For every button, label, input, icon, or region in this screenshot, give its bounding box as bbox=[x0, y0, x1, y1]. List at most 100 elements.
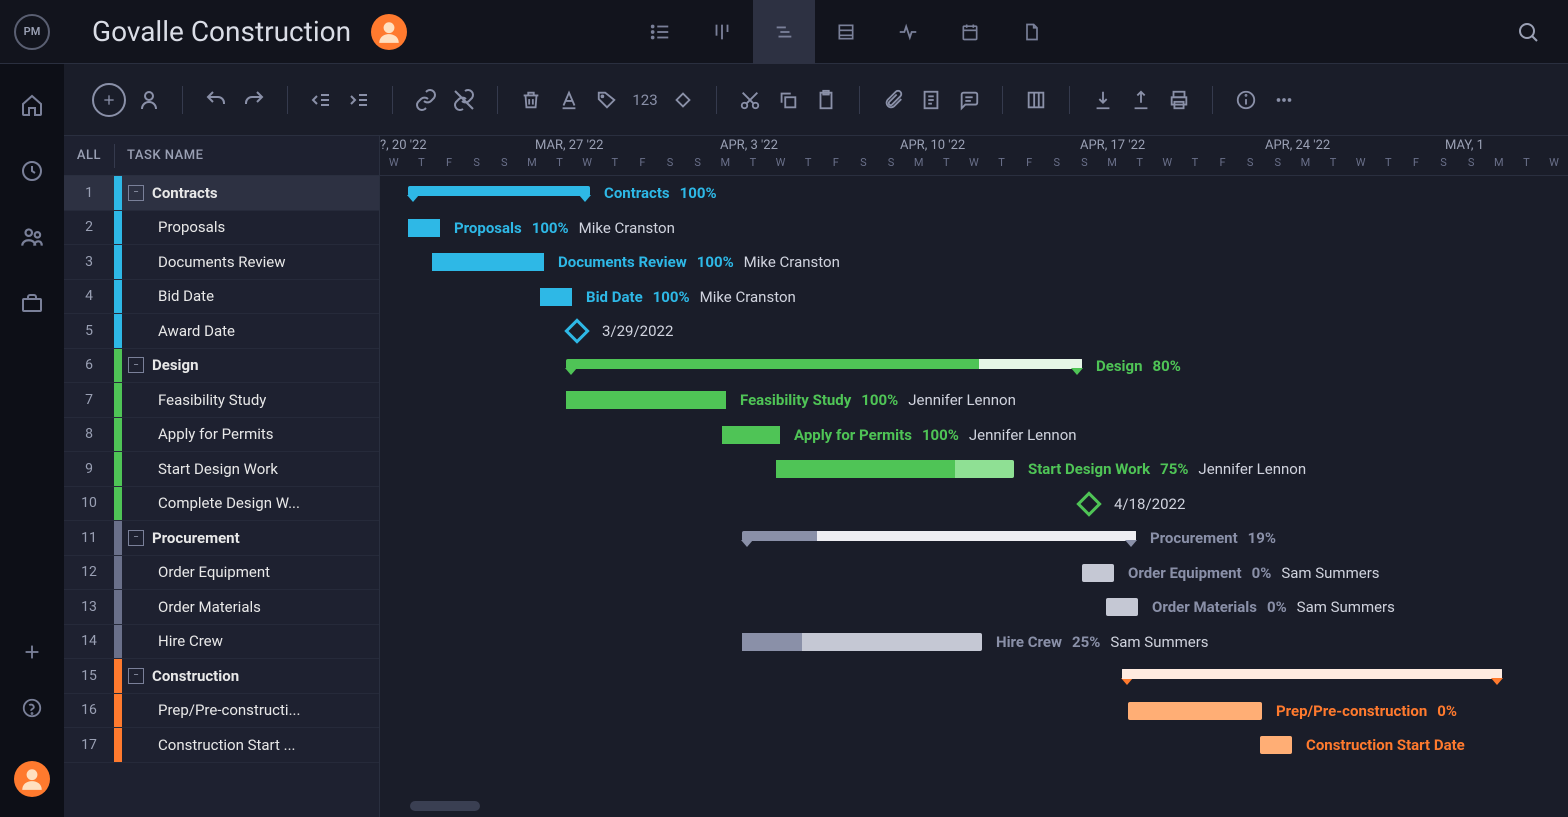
task-bar[interactable] bbox=[566, 391, 726, 409]
attach-icon[interactable] bbox=[878, 85, 908, 115]
day-label: S bbox=[1071, 156, 1099, 169]
task-bar[interactable] bbox=[1106, 598, 1138, 616]
collapse-icon[interactable]: − bbox=[128, 357, 144, 373]
user-avatar[interactable] bbox=[14, 761, 50, 797]
unlink-icon[interactable] bbox=[449, 85, 479, 115]
redo-icon[interactable] bbox=[239, 85, 269, 115]
task-row[interactable]: 7Feasibility Study bbox=[64, 383, 379, 418]
task-row[interactable]: 9Start Design Work bbox=[64, 452, 379, 487]
columns-icon[interactable] bbox=[1021, 85, 1051, 115]
more-icon[interactable] bbox=[1269, 85, 1299, 115]
task-row[interactable]: 4Bid Date bbox=[64, 280, 379, 315]
task-row[interactable]: 11−Procurement bbox=[64, 521, 379, 556]
collapse-icon[interactable]: − bbox=[128, 530, 144, 546]
task-row[interactable]: 5Award Date bbox=[64, 314, 379, 349]
bar-label: Prep/Pre-construction0% bbox=[1276, 702, 1457, 720]
print-icon[interactable] bbox=[1164, 85, 1194, 115]
task-row[interactable]: 16Prep/Pre-constructi... bbox=[64, 694, 379, 729]
summary-bar[interactable] bbox=[742, 531, 1136, 541]
task-row[interactable]: 12Order Equipment bbox=[64, 556, 379, 591]
view-board-icon[interactable] bbox=[691, 0, 753, 64]
project-avatar[interactable] bbox=[371, 14, 407, 50]
task-row[interactable]: 17Construction Start ... bbox=[64, 728, 379, 763]
column-all[interactable]: ALL bbox=[64, 148, 114, 163]
task-bar[interactable] bbox=[408, 219, 440, 237]
export-icon[interactable] bbox=[1126, 85, 1156, 115]
task-row[interactable]: 10Complete Design W... bbox=[64, 487, 379, 522]
nav-help-icon[interactable] bbox=[19, 695, 45, 721]
view-activity-icon[interactable] bbox=[877, 0, 939, 64]
collapse-icon[interactable]: − bbox=[128, 668, 144, 684]
task-bar[interactable] bbox=[1128, 702, 1262, 720]
horizontal-scrollbar[interactable] bbox=[410, 801, 480, 811]
task-row[interactable]: 6−Design bbox=[64, 349, 379, 384]
progress-fill bbox=[722, 426, 780, 444]
day-label: T bbox=[408, 156, 436, 169]
outdent-icon[interactable] bbox=[306, 85, 336, 115]
task-bar[interactable] bbox=[742, 633, 982, 651]
day-label: W bbox=[380, 156, 408, 169]
info-icon[interactable] bbox=[1231, 85, 1261, 115]
task-bar[interactable] bbox=[540, 288, 572, 306]
numbering-icon[interactable]: 123 bbox=[630, 85, 660, 115]
app-logo[interactable]: PM bbox=[0, 0, 64, 64]
milestone-icon[interactable] bbox=[1076, 491, 1101, 516]
task-bar[interactable] bbox=[722, 426, 780, 444]
view-file-icon[interactable] bbox=[1001, 0, 1063, 64]
day-label: S bbox=[1043, 156, 1071, 169]
assign-icon[interactable] bbox=[134, 85, 164, 115]
row-number: 13 bbox=[64, 599, 114, 615]
nav-portfolio-icon[interactable] bbox=[19, 290, 45, 316]
view-list-icon[interactable] bbox=[629, 0, 691, 64]
day-label: T bbox=[739, 156, 767, 169]
task-row[interactable]: 14Hire Crew bbox=[64, 625, 379, 660]
row-number: 3 bbox=[64, 254, 114, 270]
cut-icon[interactable] bbox=[735, 85, 765, 115]
undo-icon[interactable] bbox=[201, 85, 231, 115]
day-label: W bbox=[1540, 156, 1568, 169]
milestone-icon[interactable] bbox=[564, 318, 589, 343]
gantt-chart[interactable]: ?, 20 '22MAR, 27 '22APR, 3 '22APR, 10 '2… bbox=[380, 136, 1568, 817]
view-gantt-icon[interactable] bbox=[753, 0, 815, 64]
nav-team-icon[interactable] bbox=[19, 224, 45, 250]
delete-icon[interactable] bbox=[516, 85, 546, 115]
row-color-bar bbox=[114, 349, 122, 383]
task-name: Feasibility Study bbox=[150, 391, 266, 409]
row-number: 15 bbox=[64, 668, 114, 684]
column-task-name[interactable]: TASK NAME bbox=[115, 148, 203, 163]
copy-icon[interactable] bbox=[773, 85, 803, 115]
task-bar[interactable] bbox=[1082, 564, 1114, 582]
nav-home-icon[interactable] bbox=[19, 92, 45, 118]
task-row[interactable]: 1−Contracts bbox=[64, 176, 379, 211]
summary-bar[interactable] bbox=[408, 186, 590, 196]
paste-icon[interactable] bbox=[811, 85, 841, 115]
notes-icon[interactable] bbox=[916, 85, 946, 115]
add-task-icon[interactable] bbox=[92, 83, 126, 117]
task-bar[interactable] bbox=[432, 253, 544, 271]
import-icon[interactable] bbox=[1088, 85, 1118, 115]
summary-bar[interactable] bbox=[1122, 669, 1502, 679]
nav-add-icon[interactable] bbox=[19, 639, 45, 665]
comment-icon[interactable] bbox=[954, 85, 984, 115]
tags-icon[interactable] bbox=[592, 85, 622, 115]
collapse-icon[interactable]: − bbox=[128, 185, 144, 201]
milestone-icon[interactable] bbox=[668, 85, 698, 115]
search-icon[interactable] bbox=[1508, 12, 1548, 52]
nav-recent-icon[interactable] bbox=[19, 158, 45, 184]
task-row[interactable]: 2Proposals bbox=[64, 211, 379, 246]
task-row[interactable]: 15−Construction bbox=[64, 659, 379, 694]
view-sheet-icon[interactable] bbox=[815, 0, 877, 64]
bar-label: Hire Crew25%Sam Summers bbox=[996, 633, 1209, 651]
summary-bar[interactable] bbox=[566, 359, 1082, 369]
task-bar[interactable] bbox=[1260, 736, 1292, 754]
task-row[interactable]: 8Apply for Permits bbox=[64, 418, 379, 453]
task-row[interactable]: 13Order Materials bbox=[64, 590, 379, 625]
link-icon[interactable] bbox=[411, 85, 441, 115]
row-number: 14 bbox=[64, 633, 114, 649]
day-label: S bbox=[491, 156, 519, 169]
indent-icon[interactable] bbox=[344, 85, 374, 115]
task-bar[interactable] bbox=[776, 460, 1014, 478]
view-calendar-icon[interactable] bbox=[939, 0, 1001, 64]
text-style-icon[interactable] bbox=[554, 85, 584, 115]
task-row[interactable]: 3Documents Review bbox=[64, 245, 379, 280]
